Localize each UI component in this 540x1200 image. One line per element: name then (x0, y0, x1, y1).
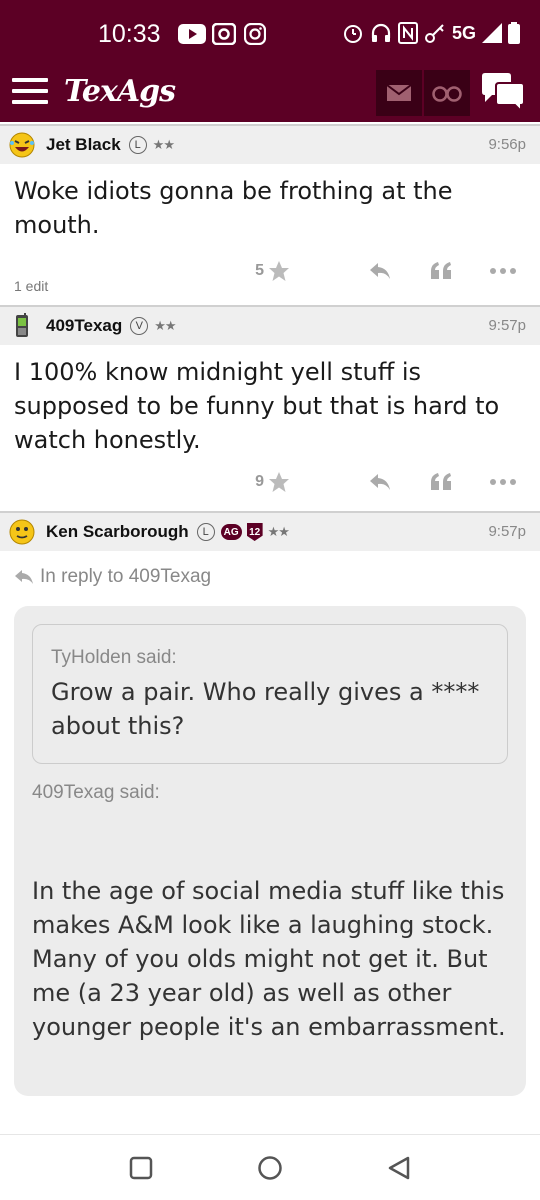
headphones-icon (371, 23, 391, 42)
veteran-badge: V (130, 317, 149, 335)
reply-arrow-icon (15, 570, 33, 584)
more-options-button[interactable] (490, 478, 516, 486)
chat-bubbles-icon (482, 73, 525, 114)
post-actions: 5 (255, 260, 516, 282)
app-bar: TexAgs (0, 66, 540, 122)
more-dots-icon (490, 479, 516, 485)
in-reply-to-link[interactable]: In reply to 409Texag (14, 566, 211, 588)
instagram-icon (244, 22, 266, 46)
post-time: 9:57p (488, 523, 526, 540)
reply-arrow-icon (370, 263, 390, 279)
more-options-button[interactable] (490, 267, 516, 275)
star-icon (269, 472, 289, 492)
chat-button[interactable] (480, 72, 526, 116)
quote-icon (431, 473, 451, 490)
quote-author[interactable]: 409Texag said: (32, 782, 160, 804)
star-icon (269, 261, 289, 281)
username[interactable]: Ken Scarborough (46, 522, 189, 542)
username[interactable]: Jet Black (46, 135, 121, 155)
rank-stars: ★★ (152, 137, 175, 153)
phone-icon (16, 313, 28, 337)
system-nav-bar (0, 1134, 540, 1200)
key-icon (424, 24, 444, 43)
nested-quote-block: TyHolden said: Grow a pair. Who really g… (32, 624, 508, 764)
post-body: Woke idiots gonna be frothing at the mou… (14, 177, 453, 239)
quote-icon (431, 262, 451, 279)
rating-button[interactable]: 5 (255, 260, 290, 282)
ag-badge: AG (220, 524, 242, 540)
messages-button[interactable] (376, 70, 422, 116)
hamburger-menu-button[interactable] (12, 78, 48, 110)
edit-note[interactable]: 1 edit (14, 278, 48, 294)
rank-stars: ★★ (154, 318, 176, 334)
circle-icon (258, 1156, 282, 1180)
battery-icon (508, 22, 520, 44)
back-button[interactable] (386, 1155, 412, 1181)
legacy-badge: L (196, 523, 215, 541)
status-time: 10:33 (98, 20, 161, 48)
alarm-icon (343, 25, 362, 43)
network-label: 5G (451, 22, 476, 43)
quote-text: In the age of social media stuff like th… (32, 877, 506, 1041)
avatar[interactable] (8, 131, 36, 159)
reply-button[interactable] (368, 261, 392, 281)
home-button[interactable] (257, 1155, 283, 1181)
post-actions: 9 (255, 471, 516, 493)
status-bar: 10:33 5G (0, 0, 540, 66)
legacy-badge: L (128, 136, 147, 154)
quote-block: TyHolden said: Grow a pair. Who really g… (14, 606, 526, 1096)
signal-icon (482, 23, 502, 43)
reply-arrow-icon (370, 474, 390, 490)
in-reply-to-text: In reply to 409Texag (40, 566, 212, 587)
nested-quote-text: Grow a pair. Who really gives a **** abo… (51, 678, 480, 740)
post: 409Texag V ★★ 9:57p I 100% know midnight… (0, 305, 540, 523)
nfc-icon (397, 22, 418, 44)
smiley-emoji-icon (9, 519, 35, 545)
rating-count: 5 (255, 262, 264, 279)
post-header: Ken Scarborough L AG 12 ★★ 9:57p (0, 511, 540, 551)
quote-button[interactable] (430, 472, 452, 492)
rank-stars: ★★ (267, 524, 290, 540)
username[interactable]: 409Texag (46, 316, 122, 336)
square-icon (129, 1156, 153, 1180)
post-header: Jet Black L ★★ 9:56p (0, 124, 540, 164)
camera-app-icon (212, 22, 236, 46)
app-logo[interactable]: TexAgs (64, 74, 176, 109)
twelfth-man-badge: 12 (246, 523, 263, 541)
envelope-icon (386, 84, 412, 101)
rating-button[interactable]: 9 (255, 471, 290, 493)
post: Jet Black L ★★ 9:56p Woke idiots gonna b… (0, 124, 540, 308)
avatar[interactable] (8, 518, 36, 546)
post-time: 9:56p (488, 136, 526, 153)
reply-button[interactable] (368, 472, 392, 492)
more-dots-icon (490, 268, 516, 274)
recents-button[interactable] (128, 1155, 154, 1181)
post-body: I 100% know midnight yell stuff is suppo… (14, 358, 500, 454)
post: Ken Scarborough L AG 12 ★★ 9:57p (0, 511, 540, 551)
rating-count: 9 (255, 473, 264, 490)
binoculars-icon (432, 86, 462, 102)
post-header: 409Texag V ★★ 9:57p (0, 305, 540, 345)
avatar[interactable] (8, 312, 36, 340)
watchlist-button[interactable] (424, 70, 470, 116)
nested-quote-author[interactable]: TyHolden said: (51, 647, 489, 669)
quote-button[interactable] (430, 261, 452, 281)
laughing-emoji-icon (9, 132, 35, 158)
triangle-back-icon (388, 1156, 410, 1180)
post-footer: 1 edit 5 (0, 242, 540, 308)
youtube-icon (178, 22, 206, 46)
post-time: 9:57p (488, 317, 526, 334)
